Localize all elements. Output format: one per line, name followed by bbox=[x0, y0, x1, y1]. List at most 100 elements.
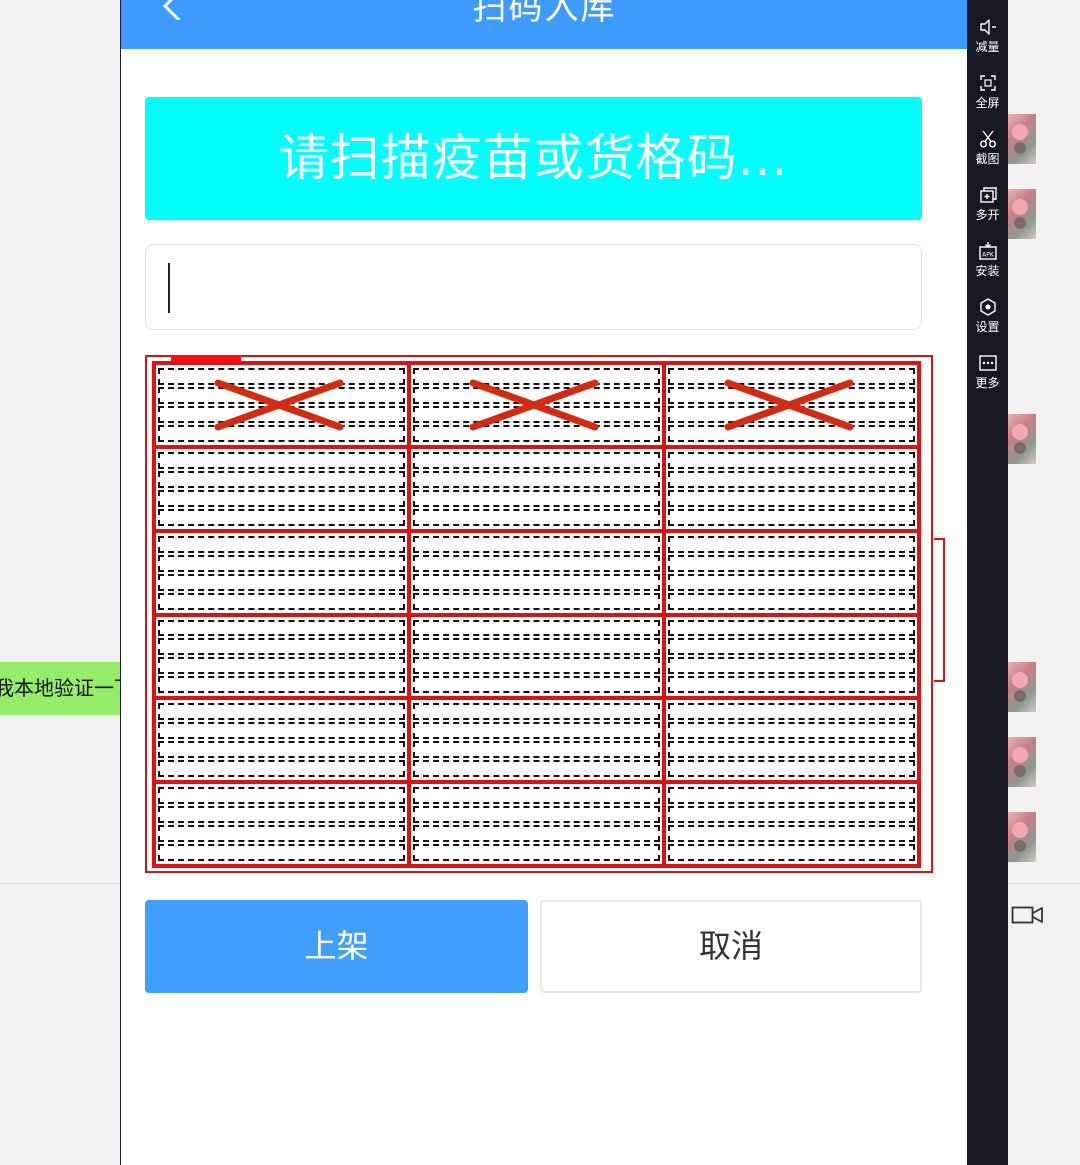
toolbar-install-apk[interactable]: APK 安装 bbox=[967, 240, 1008, 292]
rack-slot[interactable] bbox=[154, 446, 409, 531]
vaccine-tube-position bbox=[413, 703, 660, 721]
vaccine-tube-position bbox=[158, 787, 405, 805]
cancel-button[interactable]: 取消 bbox=[540, 900, 922, 993]
app-window: 扫码入库 请扫描疫苗或货格码... 上架 取消 bbox=[120, 0, 968, 1165]
toolbar-label: 截图 bbox=[975, 152, 1000, 166]
toolbar-label: 安装 bbox=[975, 264, 1000, 278]
blocked-cross-icon bbox=[724, 379, 854, 431]
vaccine-tube-position bbox=[668, 760, 915, 778]
vaccine-tube-position bbox=[158, 760, 405, 778]
vaccine-tube-position bbox=[158, 592, 405, 610]
toolbar-volume-down[interactable]: 减量 bbox=[967, 16, 1008, 68]
vaccine-tube-position bbox=[158, 554, 405, 572]
toolbar-multi-instance[interactable]: 多开 bbox=[967, 184, 1008, 236]
vaccine-tube-position bbox=[413, 451, 660, 469]
vaccine-rack-grid bbox=[152, 361, 921, 868]
vaccine-tube-position bbox=[158, 806, 405, 824]
vaccine-tube-position bbox=[158, 722, 405, 740]
rack-slot[interactable] bbox=[409, 614, 664, 699]
vaccine-tube-position bbox=[668, 657, 915, 675]
rack-side-bracket bbox=[934, 538, 945, 682]
vaccine-tube-position bbox=[413, 592, 660, 610]
vaccine-tube-position bbox=[413, 760, 660, 778]
rack-slot[interactable] bbox=[154, 530, 409, 615]
page-title: 扫码入库 bbox=[472, 0, 617, 28]
toolbar-settings[interactable]: 设置 bbox=[967, 296, 1008, 348]
vaccine-tube-position bbox=[413, 676, 660, 694]
more-icon bbox=[978, 355, 997, 371]
rack-slot[interactable] bbox=[409, 698, 664, 783]
rack-slot[interactable] bbox=[154, 782, 409, 866]
vaccine-tube-position bbox=[413, 638, 660, 656]
rack-slot[interactable] bbox=[409, 782, 664, 866]
vaccine-tube-position bbox=[668, 535, 915, 553]
vaccine-tube-position bbox=[668, 573, 915, 591]
vaccine-tube-position bbox=[668, 741, 915, 759]
settings-icon bbox=[979, 298, 996, 316]
multi-instance-icon bbox=[979, 187, 997, 203]
vaccine-tube-position bbox=[158, 844, 405, 862]
video-call-icon[interactable] bbox=[1011, 904, 1045, 926]
app-header: 扫码入库 bbox=[121, 0, 968, 49]
rack-slot[interactable] bbox=[664, 363, 919, 447]
rack-slot[interactable] bbox=[154, 363, 409, 447]
vaccine-tube-position bbox=[413, 535, 660, 553]
vaccine-tube-position bbox=[668, 806, 915, 824]
toolbar-more[interactable]: 更多 bbox=[967, 352, 1008, 404]
vaccine-tube-position bbox=[413, 657, 660, 675]
scan-code-input[interactable] bbox=[145, 244, 922, 330]
rack-slot[interactable] bbox=[154, 614, 409, 699]
vaccine-tube-position bbox=[668, 554, 915, 572]
vaccine-tube-position bbox=[668, 489, 915, 507]
chat-avatar[interactable] bbox=[1008, 812, 1036, 862]
chat-avatar[interactable] bbox=[1008, 114, 1036, 164]
vaccine-tube-position bbox=[413, 489, 660, 507]
vaccine-tube-position bbox=[158, 676, 405, 694]
vaccine-tube-position bbox=[668, 825, 915, 843]
vaccine-tube-position bbox=[413, 619, 660, 637]
toolbar-label: 更多 bbox=[975, 376, 1000, 390]
toolbar-label: 多开 bbox=[975, 208, 1000, 222]
toolbar-screenshot[interactable]: 截图 bbox=[967, 128, 1008, 180]
chat-avatar[interactable] bbox=[1008, 737, 1036, 787]
text-cursor bbox=[168, 263, 170, 313]
vaccine-tube-position bbox=[158, 638, 405, 656]
vaccine-tube-position bbox=[668, 703, 915, 721]
vaccine-tube-position bbox=[668, 722, 915, 740]
vaccine-tube-position bbox=[413, 508, 660, 526]
vaccine-tube-position bbox=[668, 844, 915, 862]
vaccine-tube-position bbox=[413, 722, 660, 740]
toolbar-fullscreen[interactable]: 全屏 bbox=[967, 72, 1008, 124]
rack-slot[interactable] bbox=[664, 782, 919, 866]
vaccine-tube-position bbox=[413, 470, 660, 488]
vaccine-tube-position bbox=[158, 703, 405, 721]
rack-slot[interactable] bbox=[409, 446, 664, 531]
chat-avatar[interactable] bbox=[1008, 189, 1036, 239]
shelve-button[interactable]: 上架 bbox=[145, 900, 528, 993]
rack-slot[interactable] bbox=[664, 446, 919, 531]
vaccine-tube-position bbox=[413, 741, 660, 759]
vaccine-tube-position bbox=[668, 619, 915, 637]
rack-slot[interactable] bbox=[409, 363, 664, 447]
vaccine-tube-position bbox=[158, 451, 405, 469]
rack-slot[interactable] bbox=[154, 698, 409, 783]
chat-avatar[interactable] bbox=[1008, 414, 1036, 464]
vaccine-tube-position bbox=[413, 844, 660, 862]
chat-message-bubble[interactable]: 我本地验证一下 bbox=[0, 662, 120, 715]
chat-avatar[interactable] bbox=[1008, 662, 1036, 712]
toolbar-label: 设置 bbox=[975, 320, 1000, 334]
toolbar-label: 减量 bbox=[975, 40, 1000, 54]
rack-slot[interactable] bbox=[664, 698, 919, 783]
fullscreen-icon bbox=[979, 75, 996, 91]
rack-slot[interactable] bbox=[409, 530, 664, 615]
apk-install-icon: APK bbox=[978, 242, 997, 260]
rack-slot[interactable] bbox=[664, 530, 919, 615]
vaccine-tube-position bbox=[668, 451, 915, 469]
vaccine-tube-position bbox=[158, 825, 405, 843]
vaccine-tube-position bbox=[158, 619, 405, 637]
rack-slot[interactable] bbox=[664, 614, 919, 699]
vaccine-tube-position bbox=[668, 638, 915, 656]
volume-down-icon bbox=[979, 19, 996, 35]
vaccine-tube-position bbox=[158, 535, 405, 553]
vaccine-tube-position bbox=[668, 508, 915, 526]
